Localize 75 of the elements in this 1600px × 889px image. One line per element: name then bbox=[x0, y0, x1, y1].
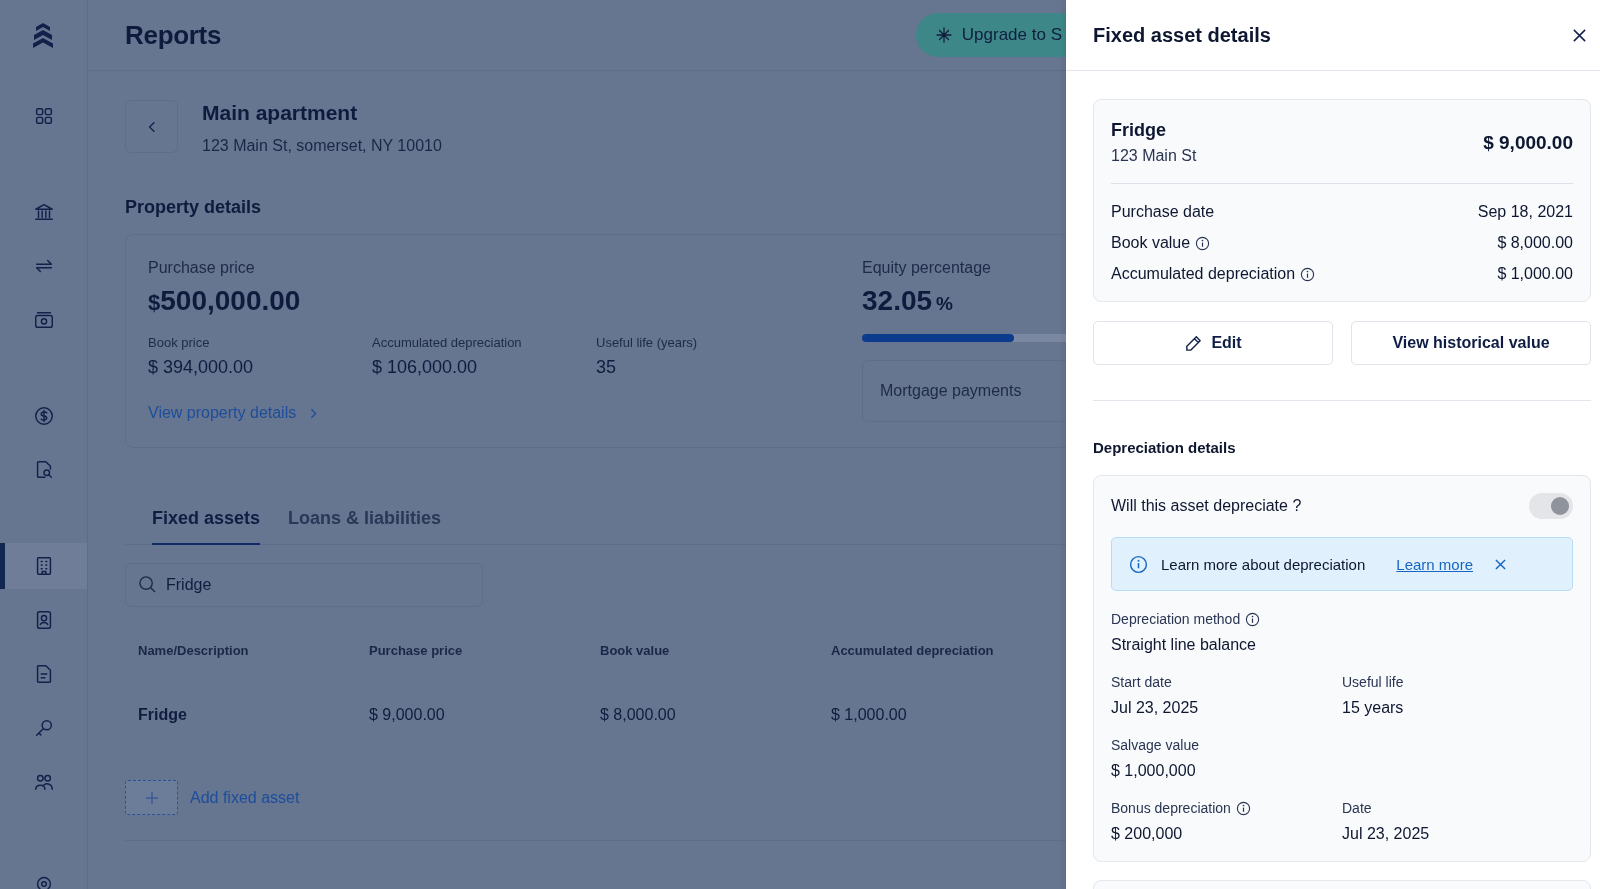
stat-value: $ 106,000.00 bbox=[372, 357, 479, 378]
tab[interactable]: Loans & liabilities bbox=[288, 500, 442, 545]
field-value: 15 years bbox=[1342, 699, 1405, 717]
stat-value: $ 394,000.00 bbox=[148, 357, 255, 378]
nav-item[interactable] bbox=[0, 543, 87, 589]
info-icon bbox=[1245, 611, 1261, 627]
equity-label: Equity percentage bbox=[862, 259, 992, 277]
view-history-button[interactable]: View historical value bbox=[1351, 321, 1591, 365]
upgrade-button[interactable]: Upgrade to S bbox=[915, 13, 1066, 57]
pencil-icon bbox=[1184, 333, 1204, 353]
info-icon bbox=[1300, 266, 1316, 282]
toggle-switch[interactable] bbox=[1529, 493, 1573, 519]
close-icon bbox=[1572, 27, 1587, 43]
field-label: Depreciation method bbox=[1111, 611, 1241, 627]
info-icon bbox=[1129, 554, 1148, 574]
asset-price: $ 9,000.00 bbox=[1483, 131, 1573, 154]
search-icon bbox=[138, 575, 157, 594]
detail-label: Book value bbox=[1111, 234, 1191, 252]
search-field[interactable]: Fridge bbox=[125, 563, 483, 607]
banner-text: Learn more about depreciation bbox=[1161, 555, 1366, 573]
column-header: Purchase price bbox=[369, 643, 464, 658]
info-icon bbox=[1235, 800, 1251, 816]
chevron-right-icon bbox=[310, 407, 318, 419]
table-cell-text: $ 1,000.00 bbox=[831, 706, 908, 724]
detail-value: Sep 18, 2021 bbox=[1477, 203, 1573, 221]
field-value: Jul 23, 2025 bbox=[1342, 825, 1431, 843]
field-value: $ 1,000,000 bbox=[1111, 762, 1197, 780]
section-heading: Property details bbox=[125, 197, 263, 218]
field-label: Bonus depreciation bbox=[1111, 800, 1231, 816]
edit-button[interactable]: Edit bbox=[1093, 321, 1333, 365]
dismiss-button[interactable] bbox=[1493, 556, 1509, 572]
question-text: Will this asset depreciate ? bbox=[1111, 497, 1302, 515]
close-icon bbox=[1495, 558, 1507, 570]
field-value: Jul 23, 2025 bbox=[1111, 699, 1200, 717]
cash-icon bbox=[32, 309, 55, 331]
field-label: Salvage value bbox=[1111, 737, 1199, 753]
stat-label: Accumulated depreciation bbox=[372, 335, 523, 350]
stat-label: Useful life (years) bbox=[596, 335, 699, 350]
detail-label: Purchase date bbox=[1111, 203, 1215, 221]
field-value: $ 200,000 bbox=[1111, 825, 1184, 843]
plus-icon bbox=[144, 790, 159, 805]
property-address: 123 Main St, somerset, NY 10010 bbox=[202, 137, 442, 155]
logo-icon bbox=[30, 22, 55, 48]
add-button[interactable] bbox=[125, 780, 178, 815]
tab[interactable]: Fixed assets bbox=[152, 500, 261, 545]
purchase-price-label: Purchase price bbox=[148, 259, 256, 277]
asset-name: Fridge bbox=[1111, 120, 1167, 141]
equity-value: 32.05% bbox=[862, 285, 954, 317]
table-cell-text: $ 9,000.00 bbox=[369, 706, 446, 724]
learn-more-link[interactable]: Learn more bbox=[1396, 555, 1474, 573]
sparkle-icon bbox=[935, 27, 952, 43]
chevron-left-icon bbox=[147, 120, 156, 133]
purchase-price: $500,000.00 bbox=[148, 285, 302, 317]
table-cell-text: Fridge bbox=[138, 706, 188, 724]
column-header: Accumulated depreciation bbox=[831, 643, 995, 658]
dollar-icon bbox=[32, 405, 55, 427]
table-cell-text: $ 8,000.00 bbox=[600, 706, 677, 724]
section-heading: Depreciation details bbox=[1093, 439, 1237, 456]
field-value: Straight line balance bbox=[1111, 636, 1257, 654]
panel-title: Fixed asset details bbox=[1093, 23, 1271, 47]
detail-value: $ 8,000.00 bbox=[1497, 234, 1573, 252]
page-title: Reports bbox=[125, 19, 222, 51]
stat-label: Book price bbox=[148, 335, 211, 350]
info-icon bbox=[1195, 235, 1211, 251]
field-label: Start date bbox=[1111, 674, 1172, 690]
field-label: Useful life bbox=[1342, 674, 1404, 690]
property-name: Main apartment bbox=[202, 101, 359, 125]
column-header: Name/Description bbox=[138, 643, 250, 658]
asset-location: 123 Main St bbox=[1111, 147, 1197, 165]
field-label: Date bbox=[1342, 800, 1372, 816]
stat-value: 35 bbox=[596, 357, 618, 378]
detail-value: $ 1,000.00 bbox=[1497, 265, 1573, 283]
detail-label: Accumulated depreciation bbox=[1111, 265, 1296, 283]
bank-icon bbox=[32, 201, 55, 223]
column-header: Book value bbox=[600, 643, 671, 658]
